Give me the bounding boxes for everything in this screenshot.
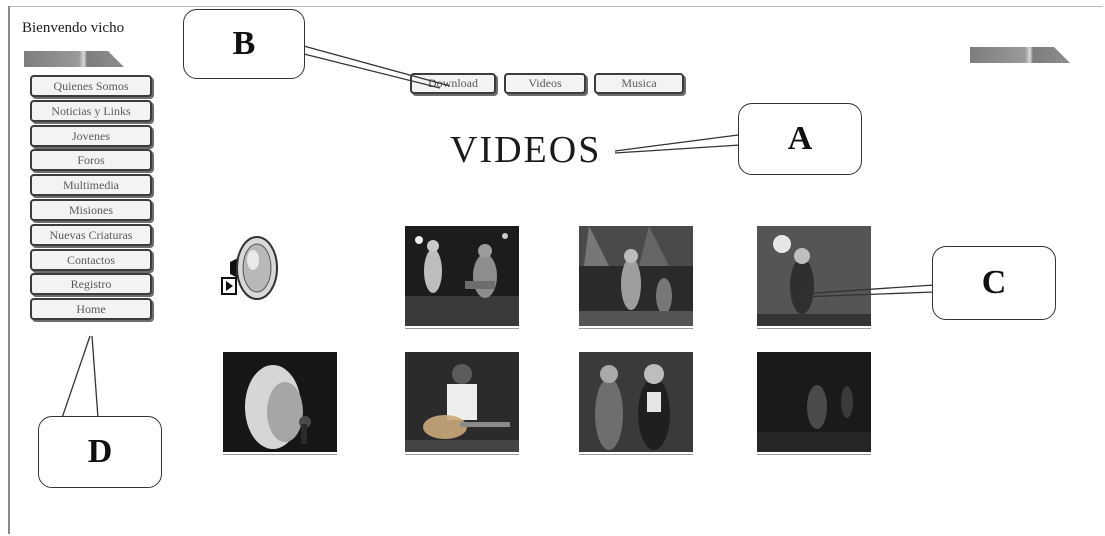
callout-a: A bbox=[738, 103, 862, 175]
callout-c: C bbox=[932, 246, 1056, 320]
callout-d: D bbox=[38, 416, 162, 488]
callout-b: B bbox=[183, 9, 305, 79]
